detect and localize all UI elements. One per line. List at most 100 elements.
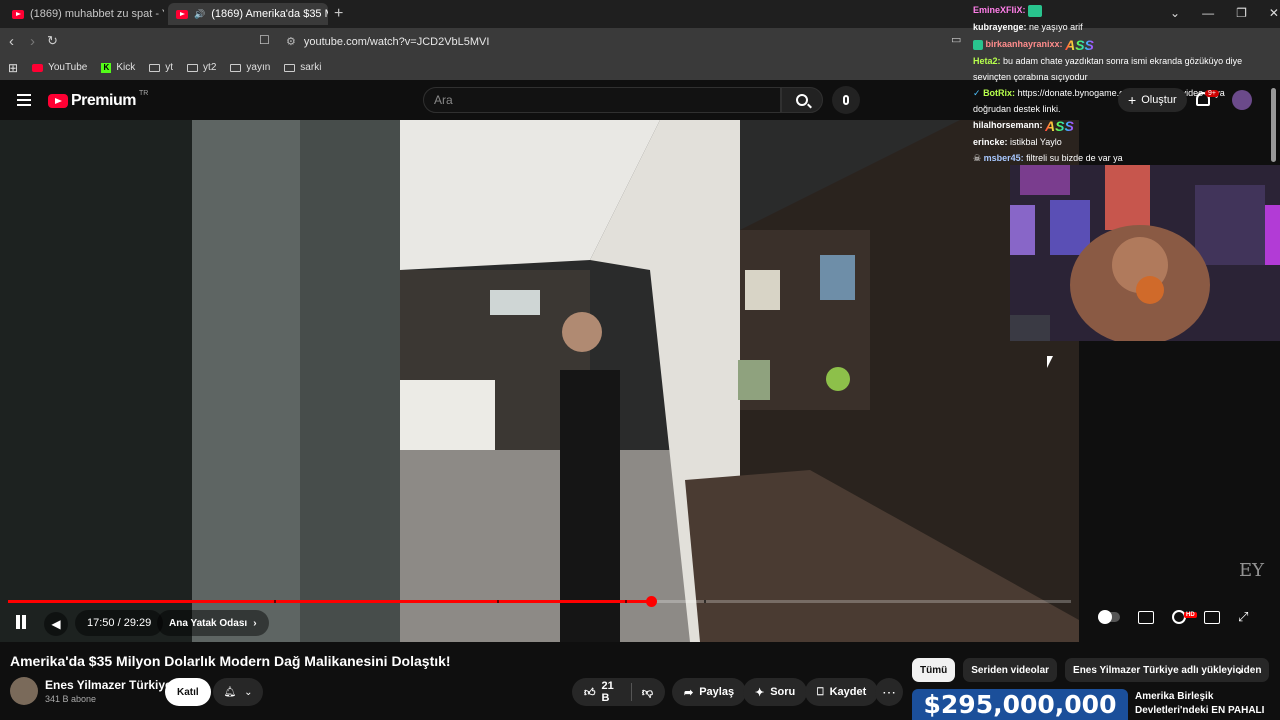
save-label: Kaydet: [829, 686, 867, 698]
region-code: TR: [138, 89, 149, 97]
apps-grid-icon[interactable]: ⊞: [8, 61, 18, 75]
chat-text: ne yaşıyo arif: [1029, 22, 1083, 32]
notification-count-badge: 9+: [1205, 90, 1219, 97]
channel-avatar[interactable]: [10, 677, 38, 705]
back-icon[interactable]: ‹: [9, 33, 14, 50]
like-button[interactable]: 👍︎ 21 B: [584, 680, 621, 704]
create-label: Oluştur: [1141, 94, 1177, 106]
player-controls: ◀ 17:50 / 29:29 Ana Yatak Odası ›: [0, 608, 1079, 638]
forward-icon[interactable]: ›: [30, 33, 35, 50]
progress-played: [8, 600, 651, 603]
close-window-icon[interactable]: ✕: [1269, 6, 1279, 20]
account-avatar[interactable]: [1232, 90, 1252, 110]
join-button[interactable]: Katıl: [165, 678, 211, 706]
mouse-cursor: [1047, 356, 1053, 368]
chat-username: Heta2:: [973, 56, 1001, 66]
youtube-premium-logo[interactable]: Premium TR: [48, 89, 149, 110]
pause-icon[interactable]: [15, 615, 27, 629]
chip-series[interactable]: Seriden videolar: [963, 658, 1058, 682]
tab-title: (1869) Amerika'da $35 Milyon: [211, 8, 328, 20]
channel-name[interactable]: Enes Yilmazer Türkiye: [45, 678, 172, 692]
speaker-icon: 🔊: [194, 8, 206, 19]
recommended-video-thumbnail[interactable]: $295,000,000: [912, 689, 1128, 720]
create-button[interactable]: + Oluştur: [1118, 88, 1187, 112]
chat-message: kubrayenge: ne yaşıyo arif: [973, 19, 1263, 35]
bookmark-kick[interactable]: K Kick: [101, 62, 135, 73]
microphone-icon: [843, 95, 849, 105]
chat-username: kubrayenge:: [973, 22, 1027, 32]
bookmark-yayin[interactable]: yayın: [230, 62, 270, 73]
ask-button[interactable]: ✦ Soru: [743, 678, 808, 706]
folder-icon: [149, 63, 161, 72]
tab-amerika-active[interactable]: 🔊 (1869) Amerika'da $35 Milyon ✕: [168, 3, 328, 25]
voice-search-button[interactable]: [832, 86, 860, 114]
bookmark-label: Kick: [116, 62, 136, 73]
ass-emote-icon: ASS: [1065, 36, 1094, 53]
bell-icon: 🔔︎: [223, 686, 237, 698]
search-placeholder: Ara: [434, 93, 453, 107]
chip-all[interactable]: Tümü: [912, 658, 956, 682]
subtitles-icon[interactable]: [1138, 610, 1154, 624]
stream-chat-overlay: EmineXFIiX: kubrayenge: ne yaşıyo arif b…: [968, 0, 1270, 165]
bookmark-youtube[interactable]: YouTube: [32, 62, 87, 73]
hamburger-menu-icon[interactable]: [17, 94, 31, 106]
channel-watermark[interactable]: EY: [1239, 560, 1264, 581]
chat-username: EmineXFIiX:: [973, 5, 1026, 15]
bookmark-label: sarki: [300, 62, 322, 73]
cast-icon[interactable]: ▭: [951, 33, 961, 46]
ass-emote-icon: ASS: [1045, 117, 1074, 134]
chat-username: msber45:: [983, 153, 1024, 163]
time-display: 17:50 / 29:29: [75, 610, 164, 636]
skull-badge-icon: ☠: [973, 153, 982, 163]
folder-icon: [187, 63, 199, 72]
share-arrow-icon: ➦: [684, 686, 694, 699]
reload-icon[interactable]: ↻: [47, 33, 58, 49]
folder-icon: [284, 63, 296, 72]
save-button[interactable]: ⎕ Kaydet: [805, 678, 879, 706]
mod-badge-icon: ✓: [973, 88, 981, 98]
video-player[interactable]: ◀ 17:50 / 29:29 Ana Yatak Odası ›: [0, 120, 1079, 642]
search-button[interactable]: [781, 87, 823, 113]
like-dislike-group: 👍︎ 21 B 👎︎: [572, 678, 665, 706]
search-input[interactable]: Ara: [423, 87, 781, 113]
progress-scrubber-handle[interactable]: [646, 596, 657, 607]
volume-icon[interactable]: ◀: [44, 612, 68, 636]
chapter-button[interactable]: Ana Yatak Odası ›: [157, 610, 269, 636]
chevron-right-icon: ›: [253, 617, 257, 629]
emote-icon: [1028, 4, 1043, 17]
bookmark-yt2[interactable]: yt2: [187, 62, 216, 73]
chevron-right-icon[interactable]: ›: [1238, 662, 1243, 678]
share-button[interactable]: ➦ Paylaş: [672, 678, 747, 706]
chapter-title: Ana Yatak Odası: [169, 617, 248, 629]
chat-message: ☠ msber45: filtreli su bizde de var ya: [973, 150, 1263, 166]
new-tab-button[interactable]: +: [334, 5, 343, 23]
share-label: Paylaş: [699, 686, 735, 698]
plus-icon: +: [1128, 92, 1137, 108]
subscribed-notification-button[interactable]: 🔔︎ ⌄: [213, 678, 263, 706]
miniplayer-icon[interactable]: [1204, 610, 1220, 624]
autoplay-toggle[interactable]: [1098, 610, 1120, 624]
site-info-icon[interactable]: ⚙: [286, 35, 296, 48]
bookmark-yt[interactable]: yt: [149, 62, 173, 73]
progress-bar[interactable]: [8, 596, 1071, 607]
bookmark-star-icon[interactable]: ☐: [259, 33, 270, 47]
chat-username: BotRix:: [983, 88, 1016, 98]
sparkle-icon: ✦: [755, 686, 765, 699]
chapter-marker: [274, 600, 276, 603]
chapter-marker: [625, 600, 627, 603]
more-options-icon[interactable]: ⋯: [875, 678, 903, 706]
youtube-favicon-icon: [176, 9, 188, 19]
bookmark-sarki[interactable]: sarki: [284, 62, 321, 73]
recommended-video-title[interactable]: Amerika Birleşik Devletleri'ndeki EN PAH…: [1135, 690, 1275, 718]
chat-username: hilalhorsemann:: [973, 120, 1043, 130]
chat-text: bu adam chate yazdıktan sonra ismi ekran…: [973, 56, 1243, 82]
fullscreen-icon[interactable]: ⤢: [1238, 609, 1248, 625]
page-scrollbar[interactable]: [1271, 88, 1276, 162]
chat-message: erincke: istikbal Yaylo: [973, 134, 1263, 150]
url-field[interactable]: ⚙ youtube.com/watch?v=JCD2VbL5MVI: [278, 31, 968, 52]
folder-icon: [230, 63, 242, 72]
thumbs-down-icon[interactable]: 👎︎: [642, 686, 653, 699]
bookmark-icon: ⎕: [817, 685, 824, 698]
recommendation-filter-chips: Tümü Seriden videolar Enes Yilmazer Türk…: [912, 658, 1270, 682]
tab-muhabbet[interactable]: (1869) muhabbet zu spat - YouTube: [4, 3, 164, 25]
